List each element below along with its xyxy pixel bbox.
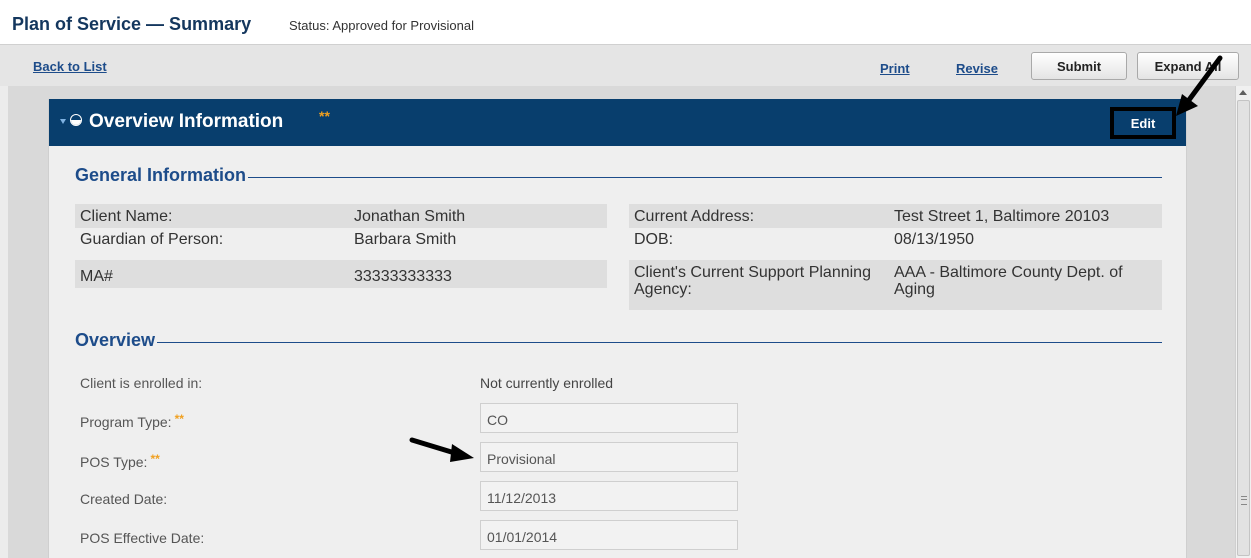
toolbar: Back to List Print Revise Submit Expand …	[0, 44, 1251, 87]
expand-all-button[interactable]: Expand All	[1137, 52, 1239, 80]
info-row: Current Address: Test Street 1, Baltimor…	[629, 204, 1162, 228]
overview-panel: Overview Information ** Edit General Inf…	[48, 99, 1187, 558]
pos-type-field[interactable]: Provisional	[480, 442, 738, 472]
page-title: Plan of Service — Summary	[12, 14, 252, 34]
info-row: MA# 33333333333	[75, 260, 607, 288]
created-date-field[interactable]: 11/12/2013	[480, 481, 738, 511]
program-type-label-text: Program Type:	[80, 414, 172, 430]
collapse-triangle-icon[interactable]	[60, 119, 66, 124]
enrolled-label: Client is enrolled in:	[80, 375, 203, 391]
general-info-title: General Information	[75, 165, 247, 185]
left-gutter	[0, 86, 8, 558]
revise-link[interactable]: Revise	[956, 61, 998, 76]
print-link[interactable]: Print	[880, 61, 910, 76]
info-row: DOB: 08/13/1950	[629, 227, 1162, 251]
info-row: Client's Current Support Planning Agency…	[629, 260, 1162, 310]
pos-type-label-text: POS Type:	[80, 454, 148, 470]
panel-header: Overview Information ** Edit	[49, 99, 1186, 146]
address-value: Test Street 1, Baltimore 20103	[894, 208, 1110, 225]
enrolled-value: Not currently enrolled	[480, 375, 614, 391]
dob-value: 08/13/1950	[894, 231, 975, 248]
scrollbar-thumb[interactable]	[1237, 100, 1250, 556]
guardian-value: Barbara Smith	[354, 231, 457, 248]
effective-date-field[interactable]: 01/01/2014	[480, 520, 738, 550]
general-info-heading: General Information	[75, 165, 1162, 186]
status-label: Status: Approved for Provisional	[289, 18, 474, 33]
created-date-label: Created Date:	[80, 491, 168, 507]
submit-button[interactable]: Submit	[1031, 52, 1127, 80]
scroll-grip-icon	[1241, 496, 1247, 505]
required-marker: **	[319, 108, 330, 124]
client-name-label: Client Name:	[80, 208, 173, 225]
client-name-value: Jonathan Smith	[354, 208, 466, 225]
required-marker: **	[174, 412, 184, 426]
title-bar: Plan of Service — Summary Status: Approv…	[0, 0, 1251, 44]
collapse-circle-icon[interactable]	[70, 114, 82, 126]
effective-date-label: POS Effective Date:	[80, 530, 205, 546]
dob-label: DOB:	[634, 231, 674, 248]
required-marker: **	[150, 452, 160, 466]
info-row: Guardian of Person: Barbara Smith	[75, 227, 607, 251]
planning-agency-value: AAA - Baltimore County Dept. of Aging	[894, 264, 1123, 298]
address-label: Current Address:	[634, 208, 755, 225]
scroll-up-arrow-icon[interactable]	[1239, 90, 1247, 95]
pos-type-label: POS Type: **	[80, 452, 160, 470]
info-row: Client Name: Jonathan Smith	[75, 204, 607, 228]
panel-title: Overview Information	[89, 111, 284, 132]
planning-agency-label: Client's Current Support Planning Agency…	[634, 264, 871, 298]
program-type-field[interactable]: CO	[480, 403, 738, 433]
edit-button[interactable]: Edit	[1110, 107, 1176, 139]
ma-number-label: MA#	[80, 268, 113, 285]
overview-title: Overview	[75, 330, 156, 350]
program-type-label: Program Type: **	[80, 412, 184, 430]
overview-heading: Overview	[75, 330, 1162, 351]
back-to-list-link[interactable]: Back to List	[33, 59, 107, 74]
section-rule	[248, 177, 1162, 178]
section-rule	[157, 342, 1162, 343]
guardian-label: Guardian of Person:	[80, 231, 224, 248]
ma-number-value: 33333333333	[354, 268, 452, 285]
vertical-scrollbar[interactable]	[1235, 86, 1251, 558]
